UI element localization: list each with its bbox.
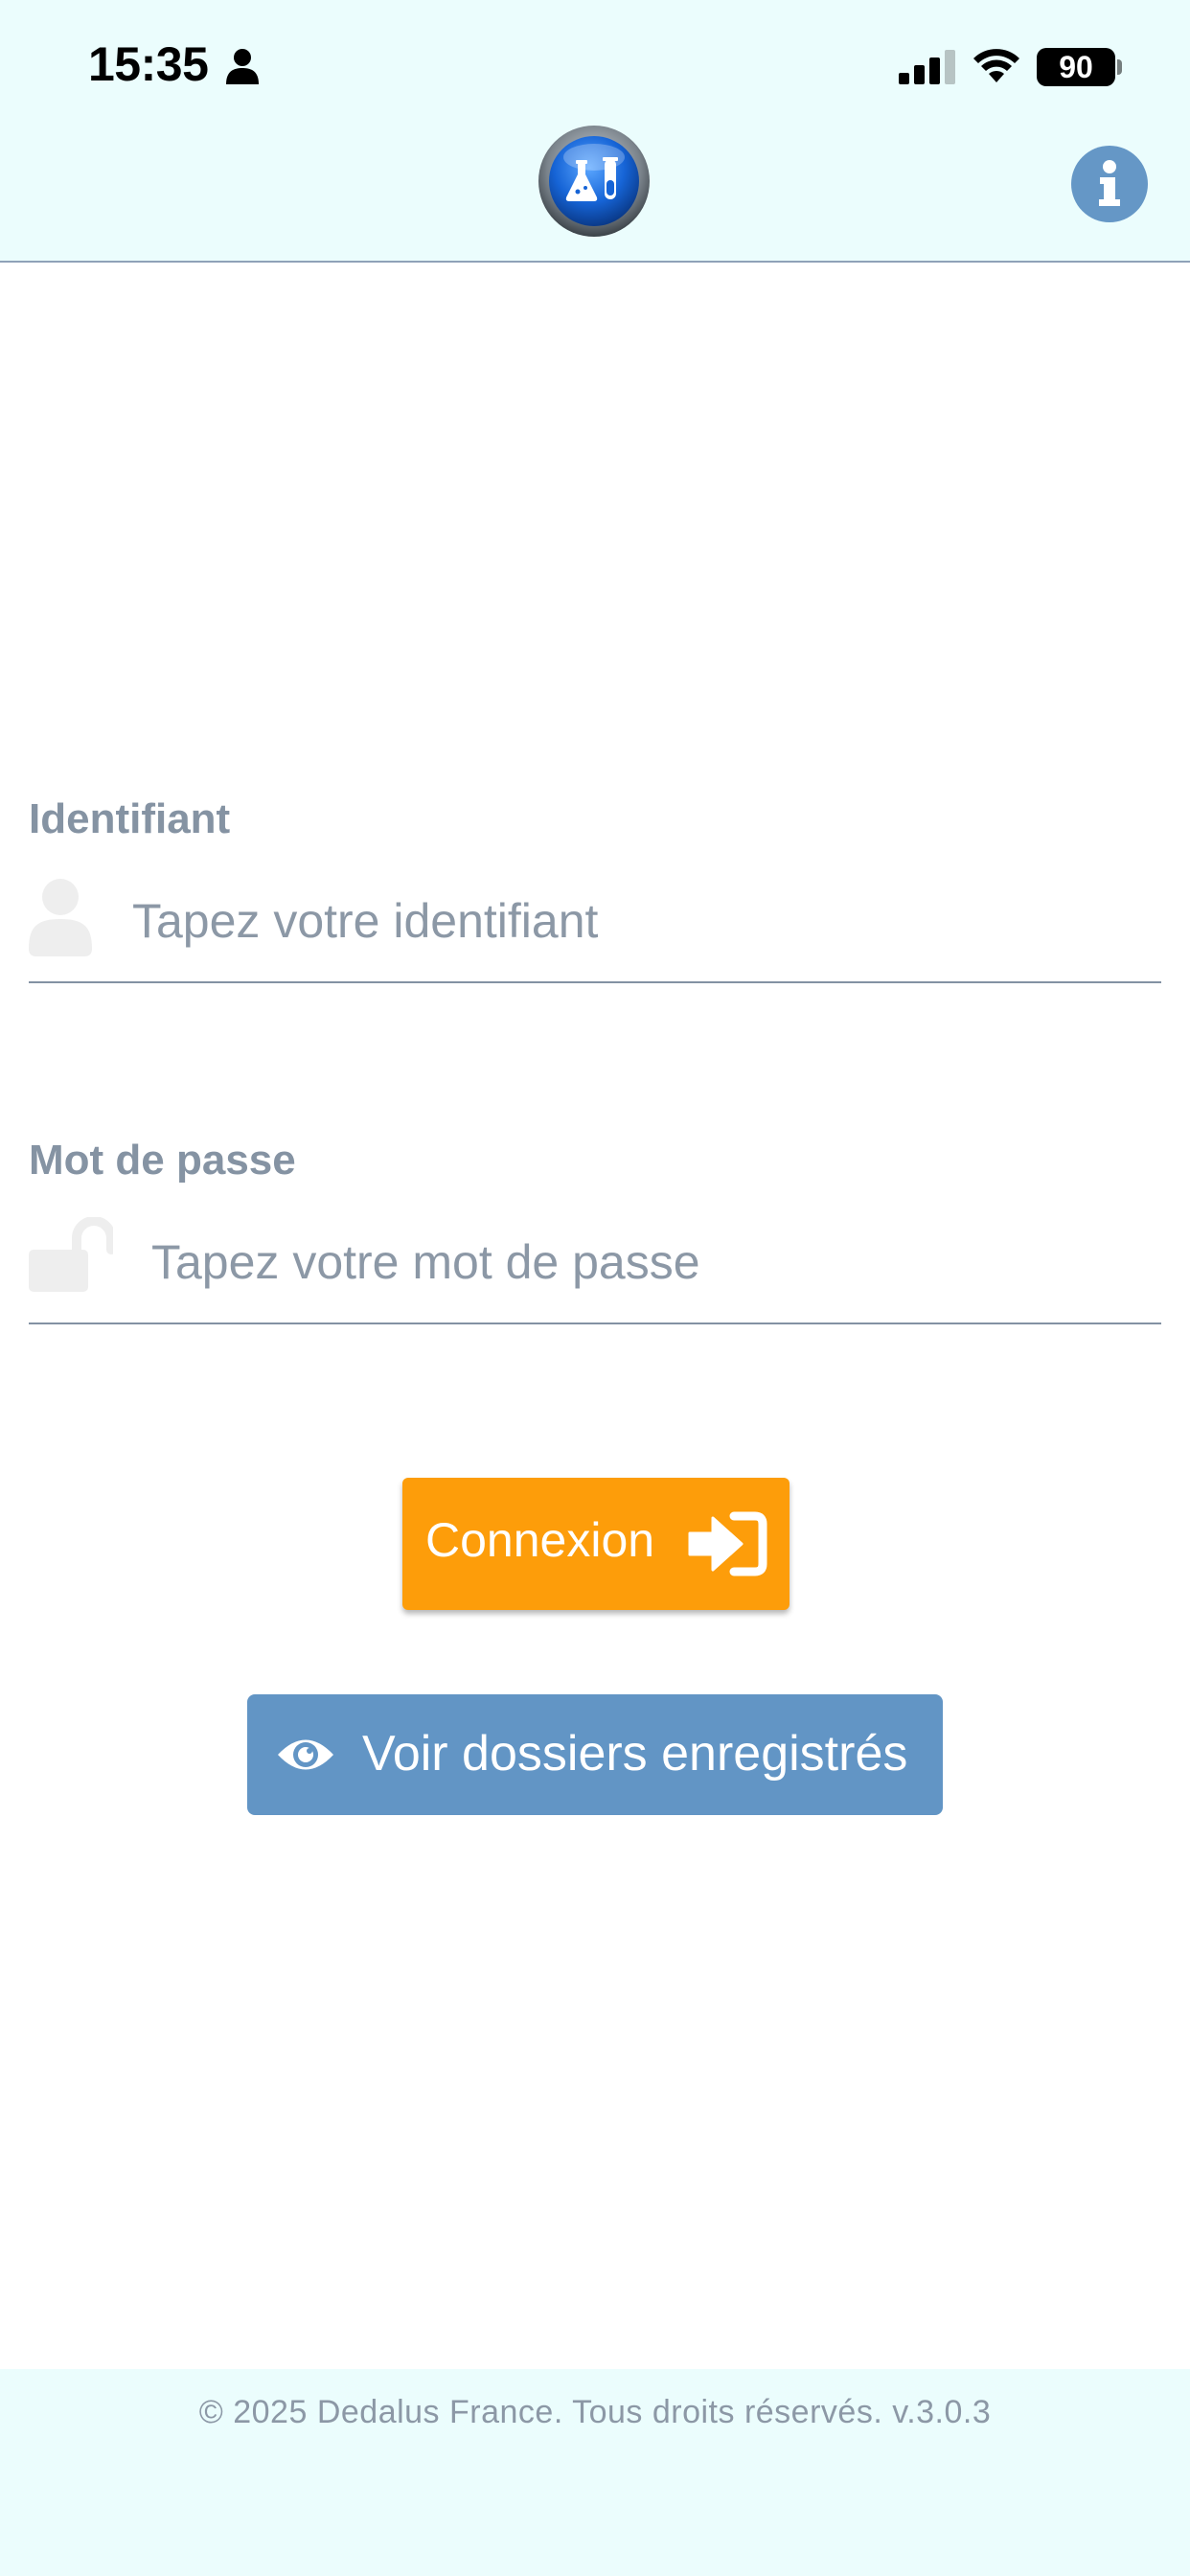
info-icon bbox=[1099, 160, 1120, 206]
battery-icon: 90 bbox=[1037, 48, 1115, 86]
view-saved-records-label: Voir dossiers enregistrés bbox=[362, 1726, 908, 1782]
battery-cap bbox=[1117, 59, 1122, 75]
status-time: 15:35 bbox=[88, 37, 209, 91]
password-field[interactable] bbox=[29, 1215, 1161, 1324]
username-input[interactable] bbox=[132, 878, 1138, 964]
person-icon bbox=[226, 49, 259, 84]
connect-button[interactable]: Connexion bbox=[402, 1478, 790, 1610]
view-saved-records-button[interactable]: Voir dossiers enregistrés bbox=[247, 1694, 943, 1815]
connect-label: Connexion bbox=[425, 1513, 655, 1567]
unlock-icon bbox=[29, 1217, 113, 1292]
username-label: Identifiant bbox=[29, 795, 231, 842]
password-input[interactable] bbox=[151, 1219, 1157, 1305]
password-label: Mot de passe bbox=[29, 1137, 296, 1184]
sign-in-icon bbox=[688, 1511, 767, 1576]
wifi-icon bbox=[973, 49, 1019, 82]
eye-icon bbox=[278, 1739, 333, 1770]
info-button[interactable] bbox=[1071, 146, 1148, 222]
footer: © 2025 Dedalus France. Tous droits réser… bbox=[0, 2369, 1190, 2576]
signal-icon bbox=[899, 50, 955, 84]
username-field[interactable] bbox=[29, 874, 1161, 983]
lab-flask-logo-icon bbox=[538, 126, 650, 237]
copyright-text: © 2025 Dedalus France. Tous droits réser… bbox=[198, 2394, 992, 2430]
user-icon bbox=[29, 879, 92, 956]
app-header: 15:35 90 bbox=[0, 0, 1190, 263]
